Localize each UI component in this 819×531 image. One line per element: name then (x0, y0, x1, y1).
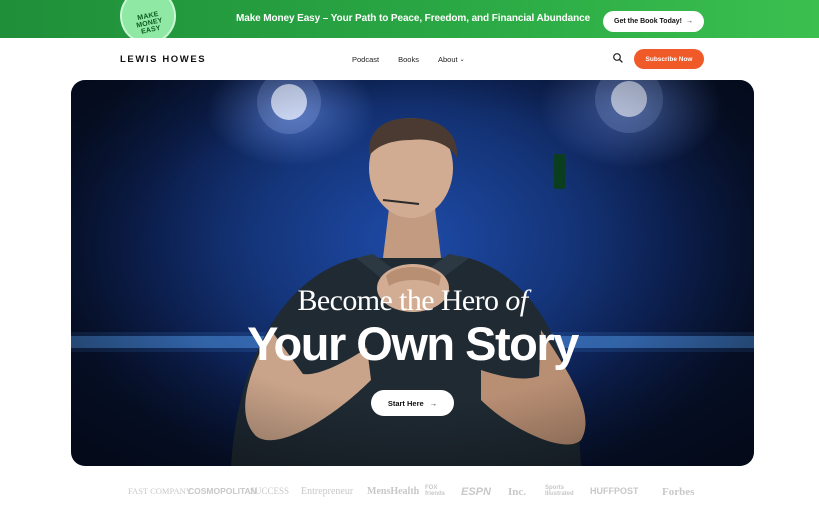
logo-fast-company: FAST COMPANY (128, 486, 192, 496)
logo-entrepreneur: Entrepreneur (301, 486, 354, 497)
logo-huffpost: HUFFPOST (590, 486, 639, 496)
chevron-down-icon: ⌄ (459, 57, 465, 63)
get-book-label: Get the Book Today! (614, 18, 682, 25)
nav-item-label: Books (398, 55, 419, 64)
logo-forbes: Forbes (662, 486, 695, 498)
nav-item-podcast[interactable]: Podcast (352, 55, 379, 64)
arrow-right-icon: → (685, 18, 693, 25)
brand-logo[interactable]: LEWIS HOWES (120, 54, 206, 65)
hero-headline-line2: Your Own Story (247, 317, 579, 370)
promo-text: Make Money Easy – Your Path to Peace, Fr… (236, 13, 591, 24)
hero-headline-italic: of (505, 284, 528, 317)
search-button[interactable] (611, 51, 625, 65)
logo-inc: Inc. (508, 486, 527, 498)
arrow-right-icon: → (429, 398, 438, 408)
search-icon (613, 53, 623, 63)
hero-section: Become the Hero of Your Own Story Start … (71, 80, 754, 466)
logo-mens-health: MensHealth (367, 486, 420, 497)
book-badge[interactable]: MAKE MONEY EASY (114, 0, 182, 38)
get-book-button[interactable]: Get the Book Today! → (603, 11, 704, 32)
nav-item-label: About (437, 55, 458, 64)
logo-cosmopolitan: COSMOPOLITAN (188, 486, 257, 496)
nav-item-books[interactable]: Books (398, 55, 419, 64)
logo-success: SUCCESS (250, 486, 290, 496)
hero-headline-main: Become the Hero (297, 284, 500, 317)
nav-item-about[interactable]: About ⌄ (438, 55, 465, 64)
nav-item-label: Podcast (352, 55, 380, 64)
start-here-label: Start Here (387, 398, 424, 408)
logo-sports-illustrated: Sports Illustrated (545, 485, 574, 497)
hero-headline-line1: Become the Hero of (71, 284, 754, 318)
promo-banner: MAKE MONEY EASY Make Money Easy – Your P… (0, 0, 819, 38)
logo-fox-friends: FOX friends (425, 485, 446, 497)
press-logos: FAST COMPANY COSMOPOLITAN SUCCESS Entrep… (0, 482, 819, 504)
subscribe-button[interactable]: Subscribe Now (634, 49, 704, 69)
book-badge-text: MAKE MONEY EASY (135, 10, 164, 36)
start-here-button[interactable]: Start Here → (371, 390, 454, 416)
logo-espn: ESPN (461, 486, 491, 498)
nav-links: Podcast Books About ⌄ (352, 55, 465, 64)
top-nav: LEWIS HOWES Podcast Books About ⌄ Subscr… (0, 38, 819, 80)
